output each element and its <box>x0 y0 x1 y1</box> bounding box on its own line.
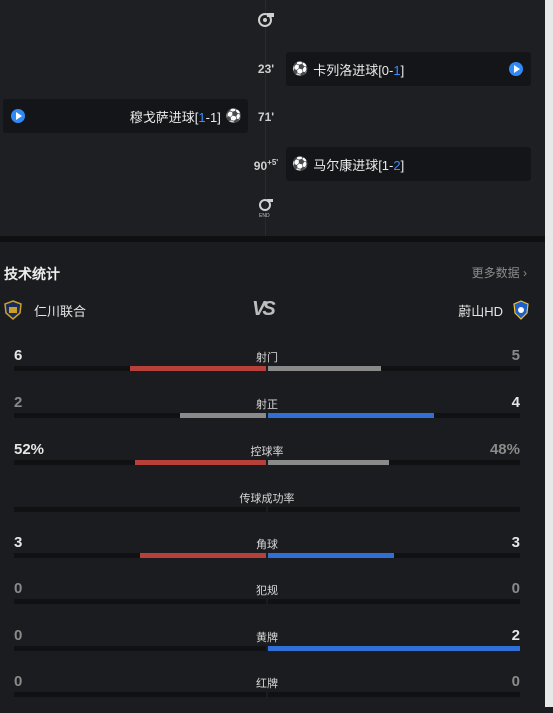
away-stat-bar <box>268 460 389 465</box>
home-stat-bar-track <box>14 507 266 512</box>
home-stat-bar <box>129 366 266 371</box>
stat-row: 52% 控球率 48% <box>0 441 553 481</box>
away-stat-bar-track <box>268 646 520 651</box>
home-stat-bar <box>180 413 266 418</box>
stat-row: 0 犯规 0 <box>0 580 553 620</box>
home-team-name: 仁川联合 <box>34 303 87 319</box>
away-stat-bar <box>268 413 435 418</box>
home-stat-bar-track <box>14 366 266 371</box>
more-data-link[interactable]: 更多数据 › <box>472 264 527 281</box>
whistle-start-icon <box>258 13 274 27</box>
stat-label: 角球 <box>256 539 278 551</box>
event-minute: 90+5' <box>253 158 279 173</box>
home-stat-bar <box>134 460 266 465</box>
home-team-logo-icon <box>4 300 22 320</box>
goal-event-text: 卡列洛进球[0-1] <box>313 62 405 78</box>
stat-label: 射正 <box>256 399 278 411</box>
away-stat-value: 0 <box>511 580 520 597</box>
football-icon: ⚽ <box>292 156 309 171</box>
away-team-logo-icon <box>513 300 529 320</box>
play-video-icon[interactable] <box>509 62 523 76</box>
stat-label: 射门 <box>256 352 278 364</box>
section-title: 技术统计 <box>4 266 60 282</box>
away-stat-value: 5 <box>511 347 520 364</box>
stat-label: 红牌 <box>256 678 278 690</box>
away-stat-bar-track <box>268 366 520 371</box>
away-team: 蔚山HD <box>458 300 529 320</box>
stat-row: 2 射正 4 <box>0 394 553 434</box>
stat-row: 0 黄牌 2 <box>0 627 553 667</box>
away-stat-value: 2 <box>511 627 520 644</box>
away-stat-bar-track <box>268 460 520 465</box>
away-stat-value: 4 <box>511 394 520 411</box>
stat-row: 0 红牌 0 <box>0 673 553 713</box>
away-team-name: 蔚山HD <box>458 303 503 319</box>
football-icon: ⚽ <box>225 108 242 123</box>
event-minute: 23' <box>257 62 275 76</box>
away-stat-bar-track <box>268 413 520 418</box>
away-stat-bar <box>268 366 382 371</box>
home-stat-bar-track <box>14 413 266 418</box>
home-stat-bar <box>140 553 266 558</box>
goal-event-home[interactable]: 穆戈萨进球[1-1] ⚽ <box>3 99 248 133</box>
away-stat-value: 48% <box>489 441 520 458</box>
away-stat-bar <box>268 553 394 558</box>
home-stat-bar-track <box>14 460 266 465</box>
stat-row: 3 角球 3 <box>0 534 553 574</box>
vs-icon: VS <box>252 298 276 320</box>
away-stat-bar <box>268 646 520 651</box>
away-stat-value: 3 <box>511 534 520 551</box>
home-stat-bar-track <box>14 692 266 697</box>
event-minute: 71' <box>257 110 275 124</box>
stat-label: 传球成功率 <box>239 493 295 505</box>
match-timeline: 23' ⚽ 卡列洛进球[0-1] 71' 穆戈萨进球[1-1] ⚽ 90+5' … <box>0 0 553 236</box>
goal-event-away[interactable]: ⚽ 马尔康进球[1-2] <box>286 147 531 181</box>
stat-label: 犯规 <box>256 585 278 597</box>
home-stat-bar-track <box>14 553 266 558</box>
home-stat-bar-track <box>14 599 266 604</box>
page-edge <box>545 0 553 707</box>
stat-row: 6 射门 5 <box>0 347 553 387</box>
stat-row: 传球成功率 <box>0 488 553 528</box>
end-label: END <box>259 213 270 219</box>
away-stat-value: 0 <box>511 673 520 690</box>
stat-label: 黄牌 <box>256 632 278 644</box>
away-stat-bar-track <box>268 553 520 558</box>
stat-label: 控球率 <box>250 446 284 458</box>
home-stat-bar-track <box>14 646 266 651</box>
play-video-icon[interactable] <box>11 109 25 123</box>
goal-event-text: 马尔康进球[1-2] <box>313 157 405 173</box>
football-icon: ⚽ <box>292 61 309 76</box>
away-stat-bar-track <box>268 507 520 512</box>
goal-event-text: 穆戈萨进球[1-1] <box>129 109 221 125</box>
away-stat-bar-track <box>268 599 520 604</box>
away-stat-bar-track <box>268 692 520 697</box>
goal-event-away[interactable]: ⚽ 卡列洛进球[0-1] <box>286 52 531 86</box>
home-team: 仁川联合 <box>4 300 86 320</box>
